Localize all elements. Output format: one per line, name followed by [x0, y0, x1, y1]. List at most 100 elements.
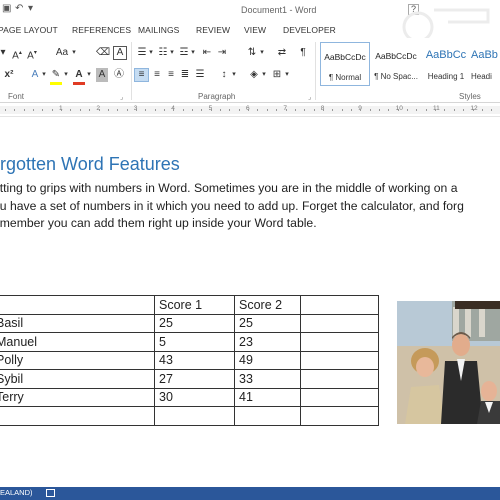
tab-view[interactable]: VIEW: [244, 25, 266, 35]
quick-access-dropdown-icon[interactable]: ▾: [28, 3, 33, 14]
undo-icon[interactable]: ↶: [15, 3, 23, 14]
shading-dropdown-icon[interactable]: ▾: [261, 68, 267, 82]
borders-icon[interactable]: ⊞: [270, 68, 284, 82]
table-cell[interactable]: 23: [234, 332, 301, 352]
borders-dropdown-icon[interactable]: ▾: [284, 68, 290, 82]
ruler-tick: [135, 109, 137, 111]
align-right-button[interactable]: ≡: [164, 68, 178, 82]
tab-review[interactable]: REVIEW: [196, 25, 230, 35]
font-size-dropdown-icon[interactable]: ▾: [0, 46, 6, 60]
change-case-button[interactable]: Aa: [53, 46, 71, 60]
table-cell[interactable]: [300, 332, 379, 352]
macro-recording-icon[interactable]: [46, 489, 55, 497]
enclose-characters-button[interactable]: Ⓐ: [112, 68, 126, 82]
table-cell[interactable]: [0, 406, 155, 426]
table-cell[interactable]: 27: [154, 369, 235, 389]
change-case-dropdown-icon[interactable]: ▾: [71, 46, 77, 60]
text-effects-button[interactable]: A: [28, 68, 42, 82]
table-cell[interactable]: 49: [234, 350, 301, 370]
style-heading-2[interactable]: AaBb Headi: [471, 42, 500, 86]
sort-icon[interactable]: ⇅: [245, 46, 259, 60]
paragraph-line: emember you can add them right up inside…: [0, 216, 317, 230]
save-icon[interactable]: ▣: [2, 3, 11, 14]
table-cell[interactable]: 25: [154, 313, 235, 333]
table-cell[interactable]: [0, 295, 155, 315]
tab-references[interactable]: REFERENCES: [72, 25, 131, 35]
line-spacing-dropdown-icon[interactable]: ▾: [231, 68, 237, 82]
line-spacing-icon[interactable]: ↕: [217, 68, 231, 82]
table-cell[interactable]: Polly: [0, 350, 155, 370]
style-heading-1[interactable]: AaBbCc Heading 1: [421, 42, 471, 86]
paragraph-dialog-launcher-icon[interactable]: ⌟: [308, 93, 311, 101]
table-cell[interactable]: [300, 350, 379, 370]
table-cell[interactable]: Manuel: [0, 332, 155, 352]
ruler-tick: [145, 109, 147, 111]
table-cell[interactable]: 33: [234, 369, 301, 389]
horizontal-ruler[interactable]: 123456789101112: [0, 103, 500, 117]
paragraph-line: etting to grips with numbers in Word. So…: [0, 181, 458, 195]
shading-icon[interactable]: ◈: [247, 68, 261, 82]
table-header-cell[interactable]: Score 1: [154, 295, 235, 315]
table-cell[interactable]: [300, 295, 379, 315]
ruler-tick: [379, 109, 380, 111]
document-page[interactable]: orgotten Word Features etting to grips w…: [0, 117, 500, 487]
justify-button[interactable]: ≣: [178, 68, 192, 82]
multilevel-list-icon[interactable]: ☲: [177, 46, 191, 60]
inserted-photo[interactable]: [397, 301, 500, 424]
table-cell[interactable]: [234, 406, 301, 426]
decrease-indent-icon[interactable]: ⇤: [200, 46, 214, 60]
ruler-tick: [491, 109, 493, 111]
style-normal[interactable]: AaBbCcDc ¶ Normal: [320, 42, 370, 86]
highlight-dropdown-icon[interactable]: ▾: [63, 68, 69, 82]
character-shading-button[interactable]: A: [96, 68, 108, 82]
table-cell[interactable]: [300, 406, 379, 426]
document-paragraph[interactable]: etting to grips with numbers in Word. So…: [0, 180, 500, 233]
tab-page-layout[interactable]: PAGE LAYOUT: [0, 25, 58, 35]
align-center-button[interactable]: ≡: [150, 68, 164, 82]
document-heading[interactable]: orgotten Word Features: [0, 154, 180, 175]
styles-pane-icon[interactable]: A: [113, 46, 127, 60]
bullets-dropdown-icon[interactable]: ▾: [148, 46, 154, 60]
increase-indent-icon[interactable]: ⇥: [215, 46, 229, 60]
tab-developer[interactable]: DEVELOPER: [283, 25, 336, 35]
text-effects-dropdown-icon[interactable]: ▾: [41, 68, 47, 82]
table-cell[interactable]: [300, 387, 379, 407]
font-color-button[interactable]: A: [73, 68, 85, 82]
align-left-button[interactable]: ≡: [134, 68, 149, 82]
ruler-tick: [126, 109, 128, 111]
table-cell[interactable]: 30: [154, 387, 235, 407]
table-cell[interactable]: 5: [154, 332, 235, 352]
scores-table[interactable]: Score 1 Score 2 Basil 25 25 Manuel 5 23 …: [0, 295, 379, 426]
distributed-button[interactable]: ☰: [193, 68, 207, 82]
highlight-color-bar: [50, 82, 62, 85]
table-cell[interactable]: Terry: [0, 387, 155, 407]
numbering-icon[interactable]: ☷: [156, 46, 170, 60]
ruler-tick: [416, 109, 418, 111]
language-indicator[interactable]: EALAND): [0, 488, 33, 497]
table-cell[interactable]: Sybil: [0, 369, 155, 389]
numbering-dropdown-icon[interactable]: ▾: [169, 46, 175, 60]
table-header-cell[interactable]: Score 2: [234, 295, 301, 315]
shrink-font-button[interactable]: A▾: [26, 46, 38, 61]
sort-dropdown-icon[interactable]: ▾: [259, 46, 265, 60]
asian-layout-icon[interactable]: ⇄: [275, 46, 289, 60]
superscript-button[interactable]: x²: [2, 68, 16, 82]
tab-mailings[interactable]: MAILINGS: [138, 25, 179, 35]
style-no-spacing[interactable]: AaBbCcDc ¶ No Spac...: [371, 42, 421, 86]
table-cell[interactable]: [300, 313, 379, 333]
table-cell[interactable]: 41: [234, 387, 301, 407]
multilevel-dropdown-icon[interactable]: ▾: [190, 46, 196, 60]
highlight-icon[interactable]: ✎: [49, 68, 63, 82]
clear-formatting-icon[interactable]: ⌫: [96, 46, 110, 60]
ruler-tick: [33, 109, 35, 111]
table-cell[interactable]: [154, 406, 235, 426]
font-color-dropdown-icon[interactable]: ▾: [86, 68, 92, 82]
table-cell[interactable]: 25: [234, 313, 301, 333]
table-cell[interactable]: Basil: [0, 313, 155, 333]
table-cell[interactable]: 43: [154, 350, 235, 370]
show-formatting-marks-icon[interactable]: ¶: [297, 46, 309, 60]
table-cell[interactable]: [300, 369, 379, 389]
grow-font-button[interactable]: A▴: [10, 46, 24, 61]
font-dialog-launcher-icon[interactable]: ⌟: [120, 93, 123, 101]
bullets-icon[interactable]: ☰: [135, 46, 149, 60]
